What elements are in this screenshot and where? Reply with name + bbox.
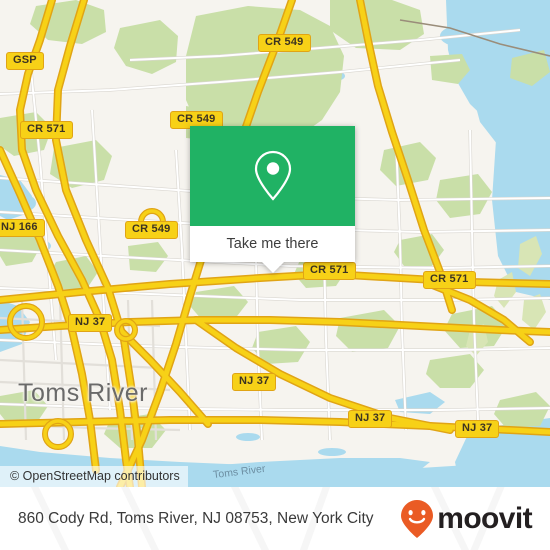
- road-shield[interactable]: CR 571: [303, 262, 356, 280]
- take-me-there-button[interactable]: Take me there: [190, 226, 355, 262]
- road-shield[interactable]: NJ 166: [0, 219, 45, 237]
- road-shield[interactable]: CR 571: [20, 121, 73, 139]
- footer-bar: 860 Cody Rd, Toms River, NJ 08753, New Y…: [0, 487, 550, 550]
- city-label-toms-river: Toms River: [18, 379, 149, 407]
- map-canvas[interactable]: GSP CR 549 CR 571 CR 549 NJ 166 CR 549 N…: [0, 0, 550, 487]
- map-screenshot: GSP CR 549 CR 571 CR 549 NJ 166 CR 549 N…: [0, 0, 550, 550]
- popup-header: [190, 126, 355, 226]
- moovit-wordmark: moovit: [437, 501, 532, 535]
- take-me-there-label: Take me there: [226, 236, 319, 252]
- road-shield[interactable]: GSP: [6, 52, 44, 70]
- map-attribution[interactable]: © OpenStreetMap contributors: [0, 466, 188, 487]
- road-shield[interactable]: NJ 37: [455, 420, 500, 438]
- address-label: 860 Cody Rd, Toms River, NJ 08753, New Y…: [18, 509, 374, 527]
- road-shield[interactable]: NJ 37: [232, 373, 277, 391]
- moovit-smiley-pin-icon: [401, 499, 434, 538]
- map-pin-icon: [254, 150, 291, 201]
- moovit-logo[interactable]: moovit: [400, 499, 533, 539]
- road-shield[interactable]: CR 549: [125, 221, 178, 239]
- road-shield[interactable]: NJ 37: [68, 314, 113, 332]
- road-shield[interactable]: CR 549: [258, 34, 311, 52]
- popup-tail: [261, 262, 284, 273]
- location-popup[interactable]: Take me there: [190, 126, 355, 273]
- road-shield[interactable]: NJ 37: [348, 410, 393, 428]
- road-shield[interactable]: CR 571: [423, 271, 476, 289]
